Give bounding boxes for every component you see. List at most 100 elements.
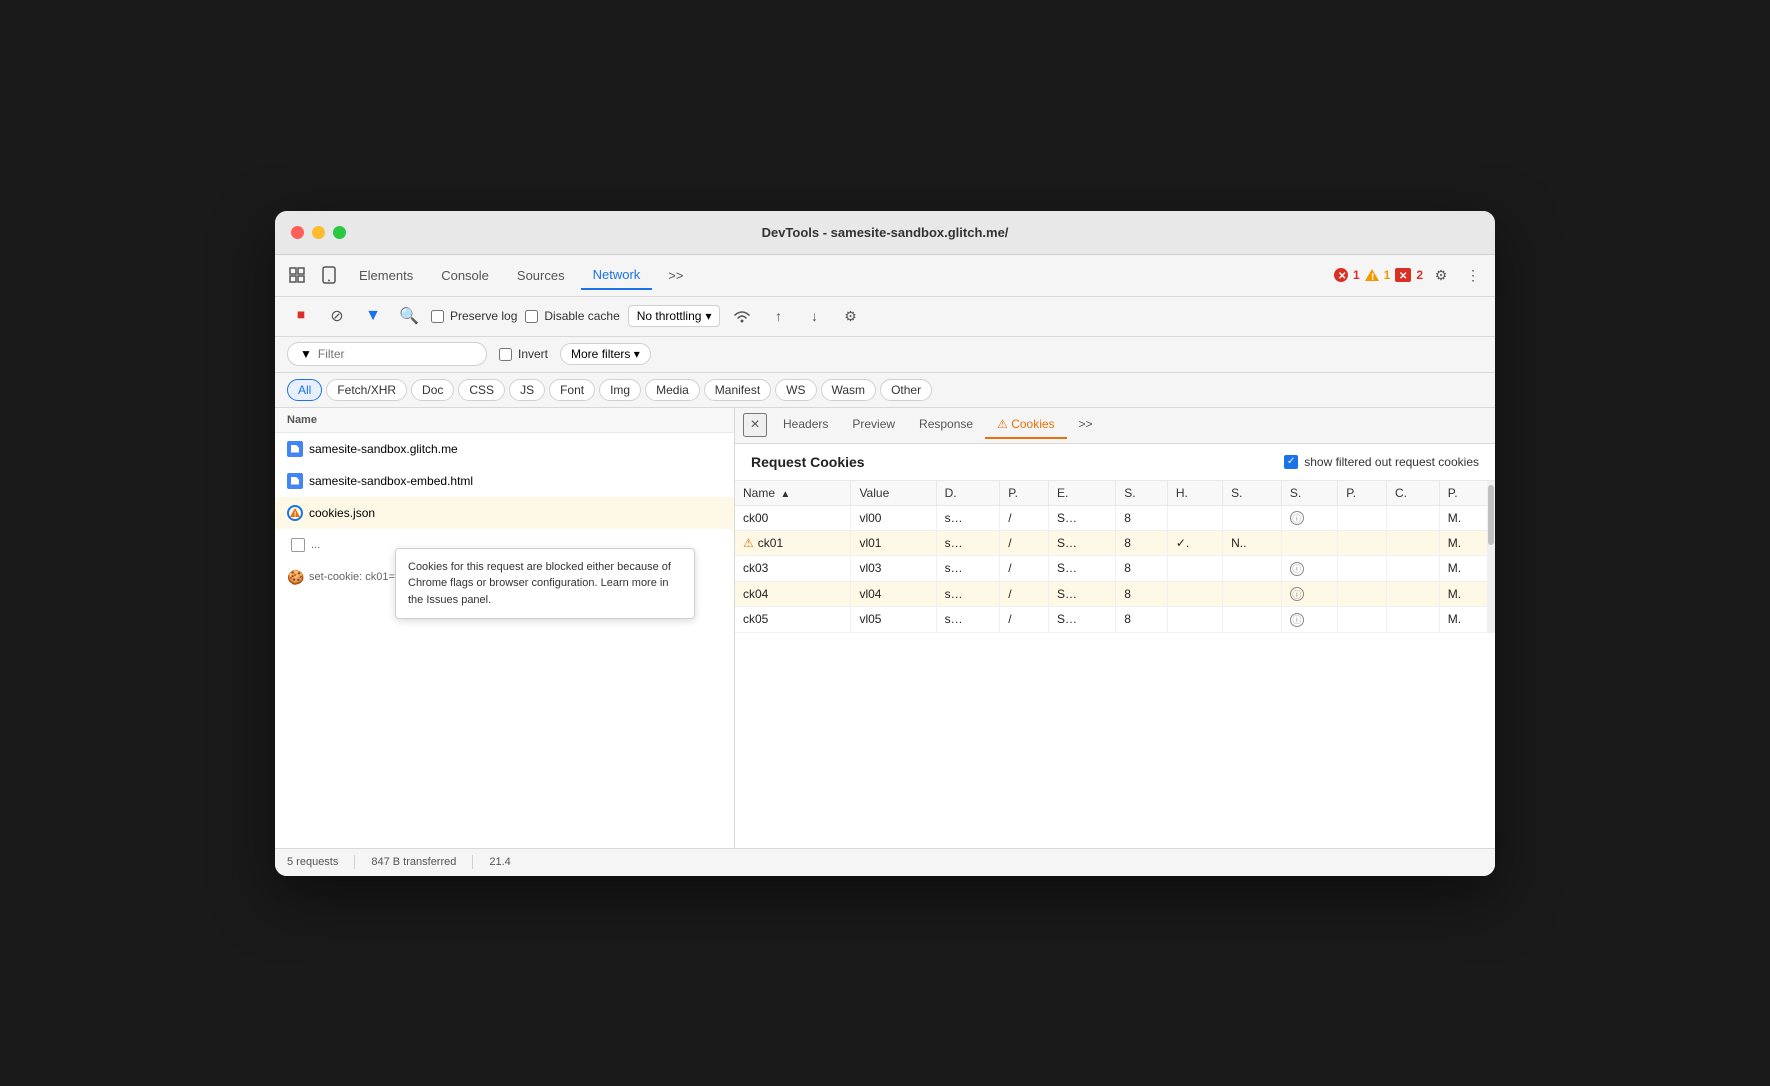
col-samesite[interactable]: S. — [1281, 481, 1337, 506]
list-item[interactable]: samesite-sandbox-embed.html — [275, 465, 734, 497]
download-icon[interactable]: ↓ — [800, 302, 828, 330]
close-button[interactable] — [291, 226, 304, 239]
invert-label[interactable]: Invert — [499, 347, 548, 361]
tab-more-panels[interactable]: >> — [1067, 411, 1105, 439]
table-row[interactable]: ck00 vl00 s… / S… 8 ⓘ — [735, 505, 1495, 531]
warning-badge[interactable]: ! 1 — [1364, 267, 1391, 283]
cookie-size: 8 — [1116, 607, 1168, 633]
type-filter-wasm[interactable]: Wasm — [821, 379, 877, 401]
cookie-value: vl05 — [851, 607, 936, 633]
col-cors[interactable]: C. — [1387, 481, 1440, 506]
table-row[interactable]: ⚠ck01 vl01 s… / S… 8 ✓. N.. — [735, 531, 1495, 556]
panel-close-button[interactable]: × — [743, 413, 767, 437]
type-filter-doc[interactable]: Doc — [411, 379, 454, 401]
type-filter-js[interactable]: JS — [509, 379, 545, 401]
filter-toggle-button[interactable]: ▼ — [359, 302, 387, 330]
info-icon[interactable]: ⓘ — [1290, 562, 1304, 576]
info-icon[interactable]: ⓘ — [1290, 587, 1304, 601]
type-filter-fetch[interactable]: Fetch/XHR — [326, 379, 407, 401]
svg-text:✕: ✕ — [1338, 271, 1346, 282]
preserve-log-checkbox[interactable] — [431, 310, 444, 323]
disable-cache-checkbox[interactable] — [525, 310, 538, 323]
cookie-path: / — [1000, 505, 1049, 531]
info-icon[interactable]: ⓘ — [1290, 613, 1304, 627]
tooltip: Cookies for this request are blocked eit… — [395, 548, 695, 620]
list-item[interactable]: samesite-sandbox.glitch.me — [275, 433, 734, 465]
cookies-header: Request Cookies show filtered out reques… — [735, 444, 1495, 481]
tab-more[interactable]: >> — [656, 262, 695, 289]
col-name[interactable]: Name ▲ — [735, 481, 851, 506]
col-httponly[interactable]: H. — [1167, 481, 1222, 506]
record-stop-button[interactable]: ⏹ — [287, 302, 315, 330]
col-path[interactable]: P. — [1000, 481, 1049, 506]
type-filter-media[interactable]: Media — [645, 379, 700, 401]
cookie-cors — [1387, 607, 1440, 633]
type-filter-ws[interactable]: WS — [775, 379, 816, 401]
col-domain[interactable]: D. — [936, 481, 1000, 506]
cookie-cors — [1387, 556, 1440, 582]
tab-network[interactable]: Network — [581, 261, 653, 290]
col-expires[interactable]: E. — [1048, 481, 1115, 506]
clear-button[interactable]: ⊘ — [323, 302, 351, 330]
filter-input[interactable] — [318, 347, 468, 361]
col-secure[interactable]: S. — [1223, 481, 1282, 506]
cookie-cors — [1387, 531, 1440, 556]
maximize-button[interactable] — [333, 226, 346, 239]
show-filtered-label[interactable]: show filtered out request cookies — [1284, 455, 1479, 469]
cookie-cors — [1387, 505, 1440, 531]
table-row[interactable]: ck05 vl05 s… / S… 8 ⓘ — [735, 607, 1495, 633]
minimize-button[interactable] — [312, 226, 325, 239]
type-filter-other[interactable]: Other — [880, 379, 932, 401]
col-size[interactable]: S. — [1116, 481, 1168, 506]
cookie-expires: S… — [1048, 607, 1115, 633]
list-item-cookies-json[interactable]: ! cookies.json — [275, 497, 734, 529]
preserve-log-label[interactable]: Preserve log — [431, 309, 517, 323]
type-filter-img[interactable]: Img — [599, 379, 641, 401]
filter-input-wrapper[interactable]: ▼ — [287, 342, 487, 366]
cookie-name: ⚠ck01 — [735, 531, 851, 556]
requests-count: 5 requests — [287, 856, 338, 868]
col-priority[interactable]: P. — [1338, 481, 1387, 506]
tab-response[interactable]: Response — [907, 411, 985, 439]
cookie-domain: s… — [936, 505, 1000, 531]
throttle-dropdown[interactable]: No throttling ▾ — [628, 305, 721, 327]
upload-icon[interactable]: ↑ — [764, 302, 792, 330]
disable-cache-label[interactable]: Disable cache — [525, 309, 619, 323]
table-row[interactable]: ck03 vl03 s… / S… 8 ⓘ — [735, 556, 1495, 582]
device-icon[interactable] — [315, 261, 343, 289]
tab-headers[interactable]: Headers — [771, 411, 840, 439]
vertical-scrollbar[interactable] — [1487, 481, 1495, 633]
file-truncated: ... — [311, 539, 320, 551]
settings-icon[interactable]: ⚙ — [1427, 261, 1455, 289]
tab-elements[interactable]: Elements — [347, 262, 425, 289]
tab-preview[interactable]: Preview — [840, 411, 907, 439]
type-filter-font[interactable]: Font — [549, 379, 595, 401]
cookie-domain: s… — [936, 607, 1000, 633]
info-icon[interactable]: ⓘ — [1290, 511, 1304, 525]
more-filters-button[interactable]: More filters ▾ — [560, 343, 651, 365]
scrollbar-thumb[interactable] — [1488, 485, 1494, 545]
cookie-path: / — [1000, 581, 1049, 607]
network-settings-icon[interactable]: ⚙ — [836, 302, 864, 330]
cookie-name: ck04 — [735, 581, 851, 607]
tab-sources[interactable]: Sources — [505, 262, 577, 289]
cookie-httponly — [1167, 607, 1222, 633]
col-value[interactable]: Value — [851, 481, 936, 506]
cookie-name: ck05 — [735, 607, 851, 633]
menu-icon[interactable]: ⋮ — [1459, 261, 1487, 289]
type-filter-manifest[interactable]: Manifest — [704, 379, 771, 401]
tab-console[interactable]: Console — [429, 262, 501, 289]
search-button[interactable]: 🔍 — [395, 302, 423, 330]
online-icon[interactable] — [728, 302, 756, 330]
show-filtered-checkbox[interactable] — [1284, 455, 1298, 469]
cookie-icon: 🍪 — [287, 569, 303, 585]
error-badge[interactable]: ✕ 1 — [1333, 267, 1360, 283]
table-row[interactable]: ck04 vl04 s… / S… 8 ⓘ — [735, 581, 1495, 607]
issues-badge[interactable]: ✕ 2 — [1394, 267, 1423, 283]
type-filter-all[interactable]: All — [287, 379, 322, 401]
titlebar: DevTools - samesite-sandbox.glitch.me/ — [275, 211, 1495, 255]
type-filter-css[interactable]: CSS — [458, 379, 505, 401]
invert-checkbox[interactable] — [499, 348, 512, 361]
inspector-icon[interactable] — [283, 261, 311, 289]
tab-cookies[interactable]: ⚠ Cookies — [985, 411, 1066, 439]
